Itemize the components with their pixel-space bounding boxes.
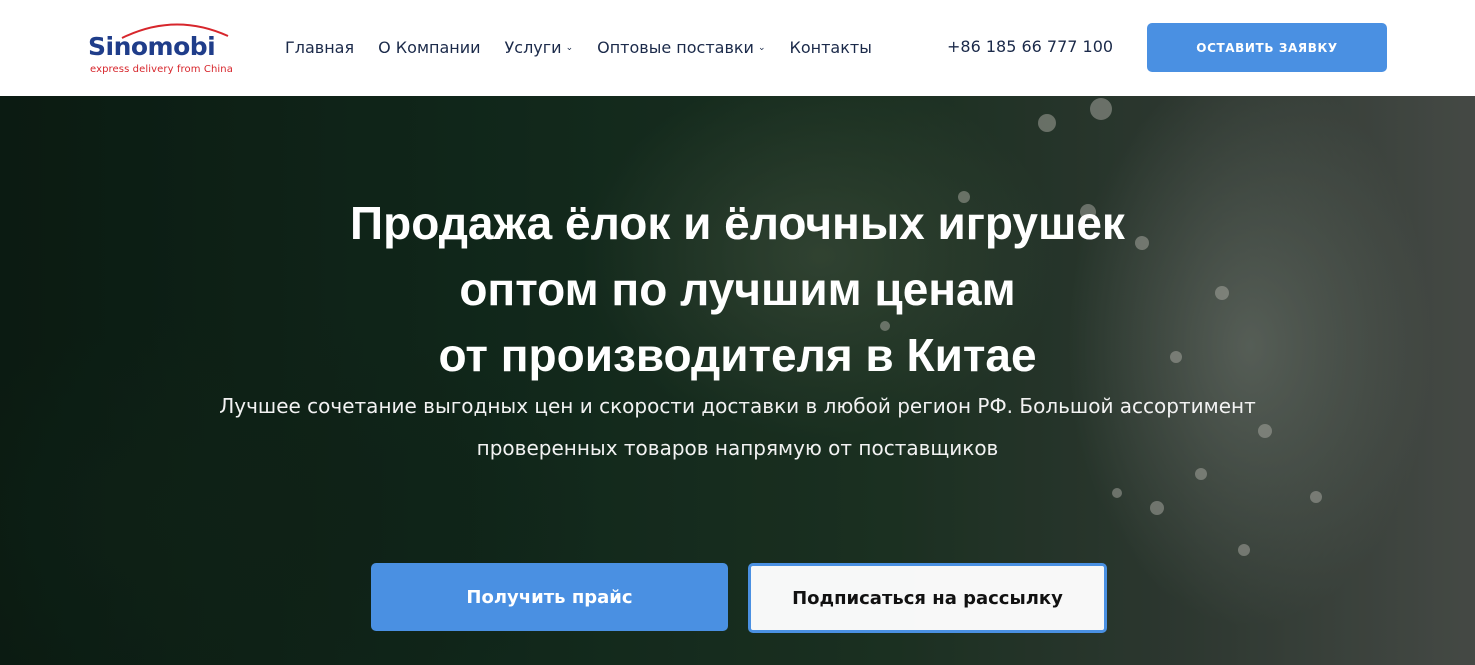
hero-title: Продажа ёлок и ёлочных игрушек оптом по …	[0, 190, 1475, 388]
hero-subtitle: Лучшее сочетание выгодных цен и скорости…	[0, 385, 1475, 469]
hero-title-line: оптом по лучшим ценам	[459, 263, 1016, 315]
hero-subtitle-line: Лучшее сочетание выгодных цен и скорости…	[219, 394, 1256, 418]
nav-item-home[interactable]: Главная	[285, 36, 354, 58]
nav-item-contacts[interactable]: Контакты	[790, 36, 872, 58]
hero-section: Продажа ёлок и ёлочных игрушек оптом по …	[0, 96, 1475, 665]
get-price-button[interactable]: Получить прайс	[371, 563, 728, 631]
hero-title-line: Продажа ёлок и ёлочных игрушек	[350, 197, 1125, 249]
logo-name: Sinomobi	[88, 32, 216, 61]
nav-item-services[interactable]: Услуги ⌄	[505, 36, 574, 58]
subscribe-button[interactable]: Подписаться на рассылку	[748, 563, 1107, 633]
nav-item-about[interactable]: О Компании	[378, 36, 480, 58]
hero-subtitle-line: проверенных товаров напрямую от поставщи…	[476, 436, 999, 460]
chevron-down-icon: ⌄	[565, 43, 574, 53]
leave-request-button[interactable]: ОСТАВИТЬ ЗАЯВКУ	[1147, 23, 1387, 72]
main-nav: Главная О Компании Услуги ⌄ Оптовые поста…	[285, 36, 872, 58]
logo-tagline: express delivery from China	[90, 64, 233, 75]
nav-item-wholesale[interactable]: Оптовые поставки ⌄	[597, 36, 765, 58]
site-header: Sinomobi express delivery from China Гла…	[0, 0, 1475, 96]
chevron-down-icon: ⌄	[757, 43, 766, 53]
phone-number[interactable]: +86 185 66 777 100	[947, 37, 1113, 56]
hero-title-line: от производителя в Китае	[438, 329, 1037, 381]
logo[interactable]: Sinomobi express delivery from China	[88, 18, 248, 78]
